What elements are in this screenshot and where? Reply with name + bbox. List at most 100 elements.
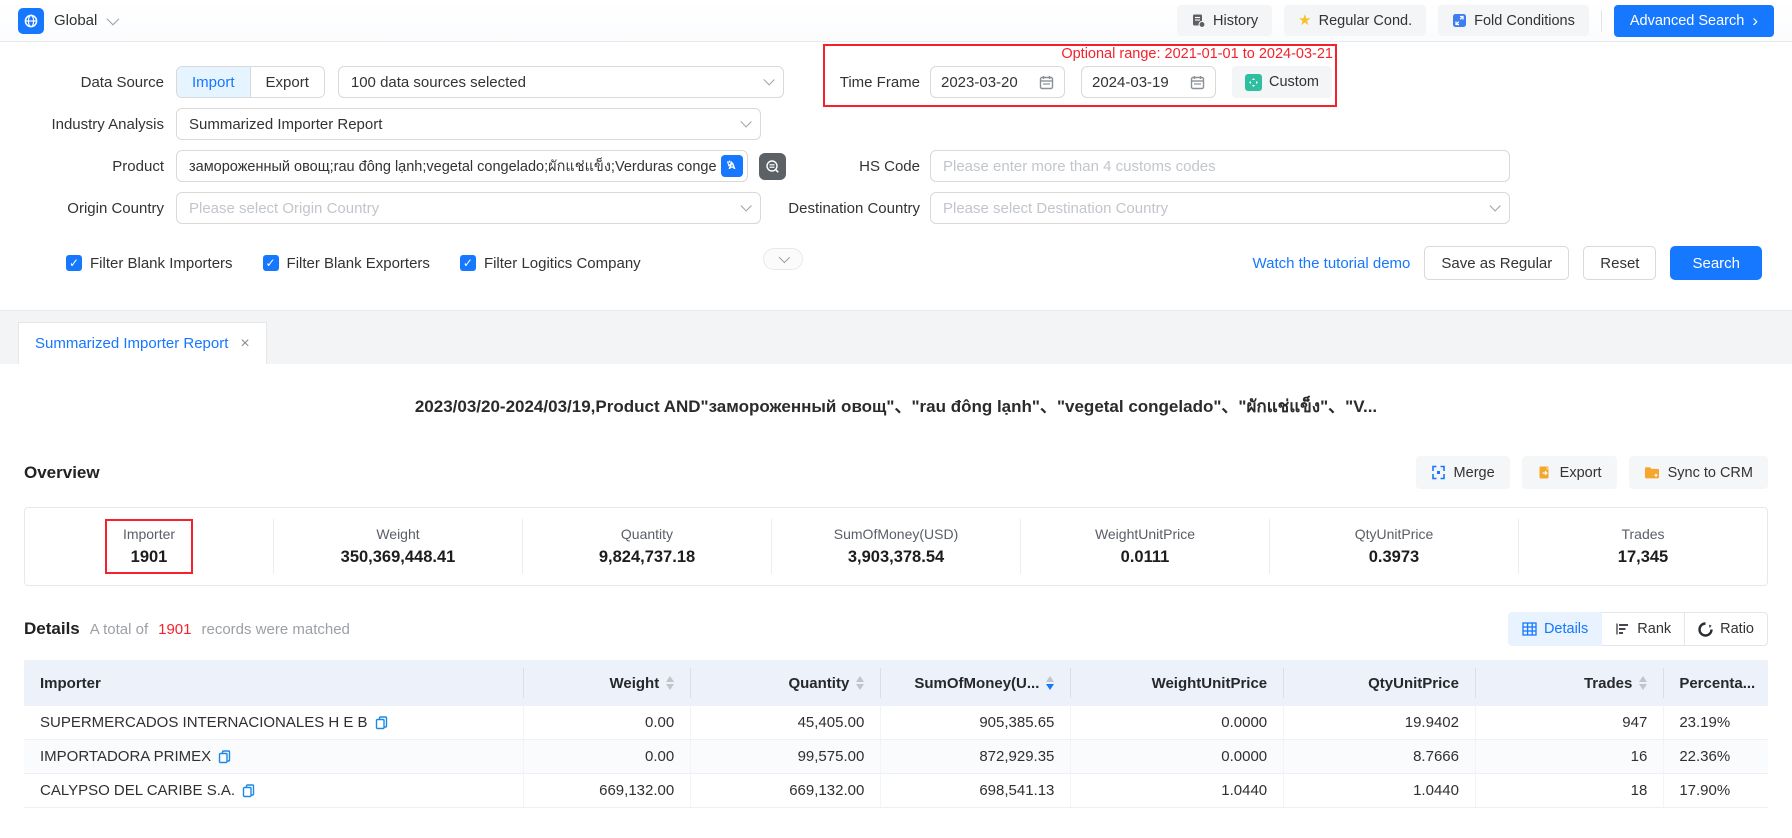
chevron-right-icon: › — [1752, 12, 1758, 29]
fold-conditions-button[interactable]: Fold Conditions — [1438, 5, 1589, 36]
column-header-sumofmoney-u-[interactable]: SumOfMoney(U... — [880, 660, 1070, 706]
ratio-view-icon — [1698, 622, 1713, 637]
stat-label: Quantity — [621, 526, 673, 542]
divider — [1601, 10, 1602, 32]
report-tab-bar: Summarized Importer Report × — [0, 310, 1792, 364]
save-as-regular-button[interactable]: Save as Regular — [1424, 246, 1569, 280]
checkbox-checked-icon[interactable]: ✓ — [66, 255, 82, 271]
stat-value: 350,369,448.41 — [341, 548, 456, 567]
importer-cell: CALYPSO DEL CARIBE S.A. — [24, 774, 523, 807]
table-row[interactable]: CALYPSO DEL CARIBE S.A. 669,132.00669,13… — [24, 774, 1768, 808]
sort-desc-icon[interactable] — [856, 684, 864, 690]
custom-range-button[interactable]: Custom — [1232, 66, 1332, 98]
start-date-input[interactable]: 2023-03-20 — [930, 66, 1065, 98]
view-ratio-button[interactable]: Ratio — [1684, 612, 1768, 646]
sort-carets[interactable] — [1639, 676, 1647, 690]
reset-button[interactable]: Reset — [1583, 246, 1656, 280]
stat-value: 17,345 — [1618, 548, 1668, 567]
sort-asc-icon[interactable] — [856, 676, 864, 682]
hs-code-input[interactable]: Please enter more than 4 customs codes — [930, 150, 1510, 182]
cell-weightunitprice: 0.0000 — [1070, 706, 1283, 739]
stat-weightunitprice: WeightUnitPrice 0.0111 — [1020, 519, 1269, 574]
filter-checkbox-1[interactable]: ✓ Filter Blank Exporters — [263, 255, 430, 272]
match-summary-prefix: A total of — [90, 621, 148, 638]
cell-weight: 0.00 — [523, 706, 690, 739]
data-source-label: Data Source — [24, 74, 164, 91]
tab-summarized-importer-report[interactable]: Summarized Importer Report × — [18, 322, 267, 364]
copy-icon[interactable] — [375, 716, 388, 730]
region-selector-label[interactable]: Global — [54, 12, 97, 29]
copy-icon[interactable] — [242, 784, 255, 798]
view-rank-button[interactable]: Rank — [1601, 612, 1685, 646]
export-button[interactable]: Export — [1522, 456, 1617, 489]
sort-carets[interactable] — [856, 676, 864, 690]
column-header-quantity[interactable]: Quantity — [690, 660, 880, 706]
sort-asc-icon[interactable] — [1046, 676, 1054, 682]
advanced-search-button[interactable]: Advanced Search› — [1614, 5, 1774, 37]
sync-crm-icon — [1644, 466, 1660, 480]
sort-carets[interactable] — [666, 676, 674, 690]
product-label: Product — [24, 158, 164, 175]
filter-checkbox-0[interactable]: ✓ Filter Blank Importers — [66, 255, 233, 272]
tab-label: Summarized Importer Report — [35, 335, 228, 352]
export-icon — [1537, 465, 1552, 480]
end-date-input[interactable]: 2024-03-19 — [1081, 66, 1216, 98]
origin-country-select[interactable]: Please select Origin Country — [176, 192, 761, 224]
checkbox-checked-icon[interactable]: ✓ — [263, 255, 279, 271]
column-header-weight[interactable]: Weight — [523, 660, 690, 706]
details-view-icon — [1522, 622, 1537, 636]
start-date-value: 2023-03-20 — [941, 74, 1018, 91]
stat-label: Weight — [376, 526, 419, 542]
sort-desc-icon[interactable] — [1639, 684, 1647, 690]
column-header-qtyunitprice: QtyUnitPrice — [1283, 660, 1475, 706]
search-button[interactable]: Search — [1670, 246, 1762, 280]
data-sources-select[interactable]: 100 data sources selected — [338, 66, 784, 98]
filter-checkbox-2[interactable]: ✓ Filter Logitics Company — [460, 255, 641, 272]
hs-code-placeholder: Please enter more than 4 customs codes — [943, 158, 1216, 175]
history-button[interactable]: History — [1177, 5, 1272, 36]
sort-desc-icon[interactable] — [666, 684, 674, 690]
cell-percenta-: 23.19% — [1663, 706, 1768, 739]
close-icon[interactable]: × — [240, 335, 249, 353]
top-bar: Global History ★Regular Cond. Fold Conditi… — [0, 0, 1792, 42]
chevron-down-icon[interactable] — [107, 13, 120, 26]
industry-analysis-label: Industry Analysis — [24, 116, 164, 133]
sort-asc-icon[interactable] — [1639, 676, 1647, 682]
view-details-button[interactable]: Details — [1508, 612, 1602, 646]
importer-link[interactable]: IMPORTADORA PRIMEX — [40, 748, 211, 765]
checkbox-checked-icon[interactable]: ✓ — [460, 255, 476, 271]
import-tab[interactable]: Import — [177, 67, 250, 97]
cell-weight: 0.00 — [523, 740, 690, 773]
table-row[interactable]: SUPERMERCADOS INTERNACIONALES H E B 0.00… — [24, 706, 1768, 740]
cell-qtyunitprice: 19.9402 — [1283, 706, 1475, 739]
importer-link[interactable]: SUPERMERCADOS INTERNACIONALES H E B — [40, 714, 368, 731]
sort-carets[interactable] — [1046, 676, 1054, 690]
product-filter-icon[interactable] — [759, 153, 786, 180]
export-tab[interactable]: Export — [250, 67, 324, 97]
cell-trades: 16 — [1475, 740, 1663, 773]
overview-card: Importer 1901 Weight 350,369,448.41 Quan… — [24, 507, 1768, 586]
column-header-trades[interactable]: Trades — [1475, 660, 1663, 706]
copy-icon[interactable] — [218, 750, 231, 764]
stat-value: 0.0111 — [1121, 548, 1170, 567]
table-row[interactable]: IMPORTADORA PRIMEX 0.0099,575.00872,929.… — [24, 740, 1768, 774]
match-summary-suffix: records were matched — [202, 621, 350, 638]
rank-view-icon — [1615, 622, 1630, 636]
destination-country-select[interactable]: Please select Destination Country — [930, 192, 1510, 224]
merge-button[interactable]: Merge — [1416, 456, 1510, 489]
cell-qtyunitprice: 8.7666 — [1283, 740, 1475, 773]
regular-cond--button[interactable]: ★Regular Cond. — [1284, 5, 1426, 36]
sort-asc-icon[interactable] — [666, 676, 674, 682]
tutorial-link[interactable]: Watch the tutorial demo — [1253, 255, 1411, 272]
chevron-down-icon — [763, 74, 774, 85]
importer-link[interactable]: CALYPSO DEL CARIBE S.A. — [40, 782, 235, 799]
sort-desc-icon[interactable] — [1046, 684, 1054, 690]
product-input[interactable]: замороженный овощ;rau đông lạnh;vegetal … — [176, 150, 748, 182]
importer-cell: SUPERMERCADOS INTERNACIONALES H E B — [24, 706, 523, 739]
sync-to-crm-button[interactable]: Sync to CRM — [1629, 456, 1768, 489]
custom-icon — [1245, 74, 1262, 91]
translate-icon[interactable]: A — [721, 155, 743, 177]
industry-analysis-select[interactable]: Summarized Importer Report — [176, 108, 761, 140]
stat-label: Importer — [123, 526, 175, 542]
collapse-conditions-button[interactable] — [763, 248, 803, 270]
